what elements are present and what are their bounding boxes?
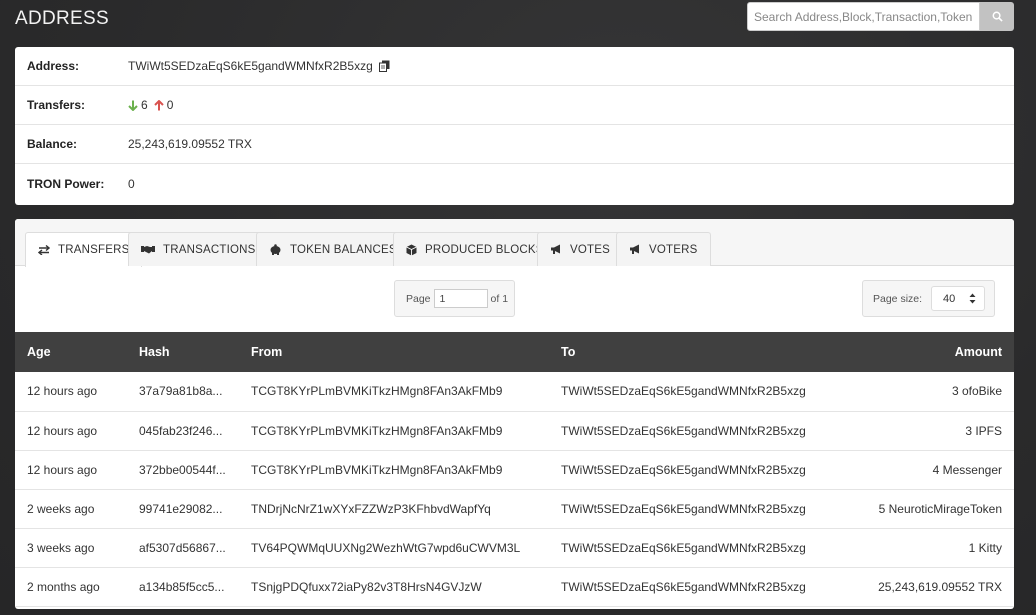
- search-button[interactable]: [980, 2, 1014, 31]
- row-amount: 3 IPFS: [965, 423, 1002, 438]
- tab-label: TRANSFERS: [58, 244, 130, 256]
- table-row: 3 weeks ago af5307d56867... TV64PQWMqUUX…: [15, 528, 1014, 567]
- row-from-address[interactable]: TV64PQWMqUUXNg2WezhWtG7wpd6uCWVM3L: [239, 528, 549, 567]
- tab-produced-blocks[interactable]: PRODUCED BLOCKS: [393, 232, 557, 266]
- row-hash-link[interactable]: 372bbe00544f...: [127, 450, 239, 489]
- table-row: 2 weeks ago 99741e29082... TNDrjNcNrZ1wX…: [15, 489, 1014, 528]
- search-input[interactable]: [747, 2, 980, 31]
- row-amount: 3 ofoBike: [951, 384, 1002, 399]
- row-hash-link[interactable]: 045fab23f246...: [127, 411, 239, 450]
- transfers-out-count: 0: [166, 98, 174, 112]
- table-row: 2 months ago a134b85f5cc5... TSnjgPDQfux…: [15, 567, 1014, 606]
- row-amount: 25,243,619.09552 TRX: [878, 579, 1002, 594]
- row-to-address[interactable]: TWiWt5SEDzaEqS6kE5gandWMNfxR2B5xzg: [549, 372, 849, 411]
- tab-label: TRANSACTIONS: [163, 243, 256, 256]
- bullhorn-icon: [551, 244, 560, 254]
- row-amount: 1 Kitty: [968, 540, 1002, 555]
- row-from-address[interactable]: TCGT8KYrPLmBVMKiTkzHMgn8FAn3AkFMb9: [239, 450, 549, 489]
- row-hash-link[interactable]: 99741e29082...: [127, 489, 239, 528]
- row-hash-link[interactable]: a134b85f5cc5...: [127, 567, 239, 606]
- page-label: Page: [406, 292, 431, 305]
- transfers-label: Transfers:: [27, 98, 86, 112]
- row-age: 12 hours ago: [27, 384, 98, 399]
- column-header-from[interactable]: From: [239, 332, 549, 372]
- page-size-select[interactable]: 40: [931, 286, 986, 311]
- row-age: 12 hours ago: [27, 462, 98, 477]
- row-to-address[interactable]: TWiWt5SEDzaEqS6kE5gandWMNfxR2B5xzg: [549, 489, 849, 528]
- row-to-address[interactable]: TWiWt5SEDzaEqS6kE5gandWMNfxR2B5xzg: [549, 528, 849, 567]
- row-to-address[interactable]: TWiWt5SEDzaEqS6kE5gandWMNfxR2B5xzg: [549, 411, 849, 450]
- piggy-bank-icon: [270, 244, 281, 255]
- row-to-address[interactable]: TWiWt5SEDzaEqS6kE5gandWMNfxR2B5xzg: [549, 567, 849, 606]
- tron-power-label: TRON Power:: [27, 176, 105, 191]
- row-amount: 4 Messenger: [932, 462, 1002, 477]
- row-age: 2 months ago: [27, 579, 100, 594]
- row-amount: 5 NeuroticMirageToken: [878, 501, 1002, 516]
- page-title: ADDRESS: [15, 8, 109, 29]
- tab-votes[interactable]: VOTES: [537, 232, 623, 266]
- sort-arrows-icon: [969, 293, 976, 304]
- column-header-amount[interactable]: Amount: [849, 332, 1014, 372]
- tab-token-balances[interactable]: TOKEN BALANCES: [256, 232, 410, 266]
- table-header-row: Age Hash From To Amount: [15, 332, 1014, 372]
- cube-icon: [406, 244, 417, 255]
- tab-voters[interactable]: VOTERS: [616, 232, 711, 266]
- page-number-input[interactable]: [433, 289, 488, 308]
- page-total-label: of 1: [490, 292, 509, 305]
- table-row: 12 hours ago 045fab23f246... TCGT8KYrPLm…: [15, 411, 1014, 450]
- column-header-age[interactable]: Age: [15, 332, 127, 372]
- address-label: Address:: [27, 59, 80, 73]
- tab-label: TOKEN BALANCES: [290, 243, 397, 256]
- transfers-row: Transfers: 6 0: [15, 86, 1014, 125]
- row-age: 2 weeks ago: [27, 501, 95, 516]
- copy-icon[interactable]: [378, 60, 390, 72]
- row-age: 12 hours ago: [27, 423, 98, 438]
- address-value: TWiWt5SEDzaEqS6kE5gandWMNfxR2B5xzg: [128, 59, 373, 73]
- tab-label: PRODUCED BLOCKS: [425, 243, 544, 256]
- row-hash-link[interactable]: af5307d56867...: [127, 528, 239, 567]
- row-hash-link[interactable]: 37a79a81b8a...: [127, 372, 239, 411]
- balance-row: Balance: 25,243,619.09552 TRX: [15, 125, 1014, 164]
- transfers-panel: TRANSFERS TRANSACTIONS TOKEN BALANCES PR…: [15, 219, 1014, 609]
- transfers-table: Age Hash From To Amount 12 hours ago 37a…: [15, 332, 1014, 607]
- search-icon: [992, 11, 1003, 22]
- arrow-down-icon: [128, 100, 138, 111]
- arrow-up-icon: [153, 99, 164, 110]
- row-to-address[interactable]: TWiWt5SEDzaEqS6kE5gandWMNfxR2B5xzg: [549, 450, 849, 489]
- column-header-to[interactable]: To: [549, 332, 849, 372]
- tab-strip: TRANSFERS TRANSACTIONS TOKEN BALANCES PR…: [15, 219, 1014, 267]
- page-size-control: Page size: 40: [862, 280, 995, 317]
- address-row: Address: TWiWt5SEDzaEqS6kE5gandWMNfxR2B5…: [15, 47, 1014, 86]
- address-info-card: Address: TWiWt5SEDzaEqS6kE5gandWMNfxR2B5…: [15, 47, 1014, 205]
- tron-power-row: TRON Power: 0: [15, 164, 1014, 203]
- page-size-label: Page size:: [873, 292, 923, 305]
- row-from-address[interactable]: TCGT8KYrPLmBVMKiTkzHMgn8FAn3AkFMb9: [239, 411, 549, 450]
- transfers-in-count: 6: [141, 98, 148, 112]
- search-bar: [747, 2, 1014, 31]
- handshake-icon: [141, 246, 155, 254]
- balance-label: Balance:: [27, 137, 78, 151]
- table-row: 12 hours ago 372bbe00544f... TCGT8KYrPLm…: [15, 450, 1014, 489]
- tron-power-value: 0: [128, 176, 135, 191]
- transfer-arrows-icon: [38, 245, 50, 255]
- bullhorn-icon: [630, 244, 639, 254]
- tab-label: VOTERS: [649, 243, 698, 256]
- column-header-hash[interactable]: Hash: [127, 332, 239, 372]
- balance-value: 25,243,619.09552 TRX: [128, 137, 252, 151]
- row-from-address[interactable]: TNDrjNcNrZ1wXYxFZZWzP3KFhbvdWapfYq: [239, 489, 549, 528]
- row-age: 3 weeks ago: [27, 540, 95, 555]
- tab-transfers[interactable]: TRANSFERS: [25, 232, 143, 267]
- tab-label: VOTES: [570, 243, 610, 256]
- row-from-address[interactable]: TSnjgPDQfuxx72iaPy82v3T8HrsN4GVJzW: [239, 567, 549, 606]
- page-size-value: 40: [943, 292, 956, 305]
- table-row: 12 hours ago 37a79a81b8a... TCGT8KYrPLmB…: [15, 372, 1014, 411]
- row-from-address[interactable]: TCGT8KYrPLmBVMKiTkzHMgn8FAn3AkFMb9: [239, 372, 549, 411]
- page-navigator: Page of 1: [394, 280, 515, 317]
- tab-transactions[interactable]: TRANSACTIONS: [128, 232, 269, 266]
